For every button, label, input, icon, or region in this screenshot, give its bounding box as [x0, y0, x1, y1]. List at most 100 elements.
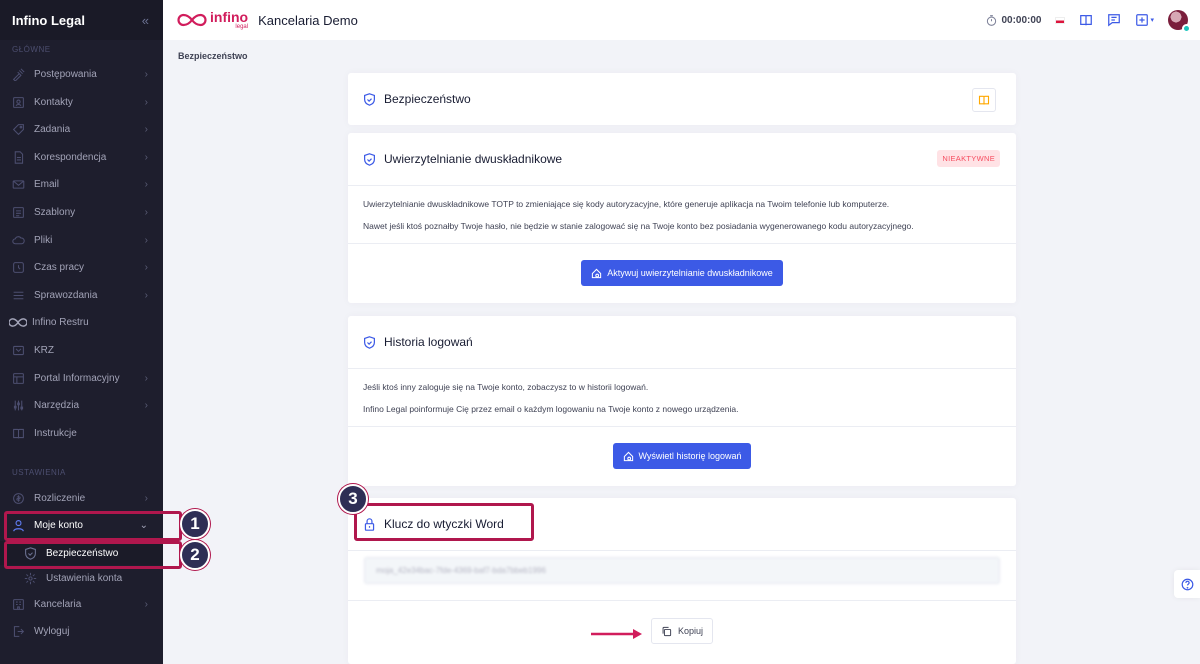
sidebar-item-postepowania[interactable]: Postępowania › [0, 61, 163, 88]
sidebar-item-label: Sprawozdania [34, 290, 98, 301]
tag-icon [10, 123, 26, 137]
show-login-history-button[interactable]: Wyświetl historię logowań [612, 443, 752, 470]
sidebar-item-narzedzia[interactable]: Narzędzia › [0, 392, 163, 419]
sidebar-item-label: Ustawienia konta [46, 572, 123, 584]
book-icon [10, 427, 26, 441]
history-description-2: Infino Legal poinformuje Cię przez email… [363, 404, 739, 415]
history-description-1: Jeśli ktoś inny zaloguje się na Twoje ko… [363, 382, 649, 392]
word-key-field[interactable]: moja_42e34bac-7fde-4369-baf7-bda7bbeb199… [364, 557, 1000, 584]
annotation-badge-2: 2 [180, 540, 210, 570]
button-label: Kopiuj [677, 626, 704, 636]
annotation-arrow-icon [591, 629, 642, 639]
template-icon [10, 206, 26, 220]
card-header: Bezpieczeństwo [348, 73, 1016, 125]
sidebar-item-label: Pliki [34, 235, 53, 246]
polish-flag-icon[interactable] [1055, 16, 1066, 24]
sidebar-item-rozliczenie[interactable]: Rozliczenie › [0, 485, 163, 512]
card-body: Jeśli ktoś inny zaloguje się na Twoje ko… [348, 369, 1016, 415]
chat-icon[interactable] [1107, 13, 1121, 27]
sidebar-item-zadania[interactable]: Zadania › [0, 116, 163, 143]
card-footer: Wyświetl historię logowań [348, 427, 1016, 485]
login-history-card: Historia logowań Jeśli ktoś inny zaloguj… [348, 316, 1016, 486]
sidebar-item-wyloguj[interactable]: Wyloguj [0, 618, 163, 645]
contacts-icon [10, 96, 26, 110]
book-icon[interactable] [1079, 13, 1093, 27]
sidebar-item-label: Postępowania [34, 69, 97, 80]
button-label: Aktywuj uwierzytelnianie dwuskładnikowe [607, 268, 773, 279]
book-icon [978, 95, 990, 105]
infino-logo[interactable]: infino legal [177, 10, 248, 30]
sidebar-item-portal[interactable]: Portal Informacyjny › [0, 365, 163, 392]
two-factor-card: Uwierzytelnianie dwuskładnikowe NIEAKTYW… [348, 133, 1016, 303]
sidebar-item-szablony[interactable]: Szablony › [0, 199, 163, 226]
sidebar-item-label: Infino Restru [32, 317, 89, 328]
user-avatar[interactable] [1168, 10, 1191, 33]
word-key-value: moja_42e34bac-7fde-4369-baf7-bda7bbeb199… [376, 566, 546, 575]
sidebar-item-label: Kancelaria [34, 599, 82, 610]
online-status-icon [1182, 24, 1191, 33]
topbar-actions: 00:00:00 ▾ [986, 0, 1191, 40]
brand-name: Infino Legal [12, 12, 85, 28]
twofa-description-1: Uwierzytelnianie dwuskładnikowe TOTP to … [363, 199, 890, 209]
annotation-box-3 [354, 503, 534, 541]
activate-2fa-button[interactable]: Aktywuj uwierzytelnianie dwuskładnikowe [581, 260, 783, 287]
home-lock-icon [592, 268, 602, 278]
sidebar-item-sprawozdania[interactable]: Sprawozdania › [0, 282, 163, 309]
sidebar-item-czas-pracy[interactable]: Czas pracy › [0, 254, 163, 281]
copy-button[interactable]: Kopiuj [650, 618, 714, 644]
sidebar-item-kancelaria[interactable]: Kancelaria › [0, 591, 163, 618]
sidebar-item-label: Czas pracy [34, 262, 85, 273]
button-label: Wyświetl historię logowań [638, 451, 742, 462]
sidebar-item-infino-restru[interactable]: Infino Restru [0, 309, 163, 336]
collapse-sidebar-icon[interactable]: « [142, 13, 149, 28]
work-timer[interactable]: 00:00:00 [986, 15, 1041, 26]
sidebar-item-ustawienia-konta[interactable]: Ustawienia konta [0, 566, 163, 590]
shield-icon [364, 92, 375, 106]
logo-word: infino [210, 9, 249, 25]
sidebar-item-krz[interactable]: KRZ [0, 337, 163, 364]
add-menu-icon[interactable]: ▾ [1135, 13, 1154, 27]
security-card: Bezpieczeństwo [348, 73, 1016, 125]
sidebar-item-label: Narzędzia [34, 400, 80, 411]
company-name: Kancelaria Demo [258, 12, 358, 28]
gear-icon [22, 571, 38, 585]
sidebar-item-label: Wyloguj [34, 626, 70, 637]
sidebar-item-email[interactable]: Email › [0, 171, 163, 198]
sidebar-item-instrukcje[interactable]: Instrukcje [0, 420, 163, 447]
annotation-box-1 [4, 511, 182, 541]
help-button[interactable] [1174, 570, 1200, 598]
annotation-box-2 [4, 541, 182, 569]
topbar: infino legal Kancelaria Demo 00:00:00 ▾ [163, 0, 1200, 40]
sidebar-item-label: Szablony [34, 207, 76, 218]
sidebar-item-korespondencja[interactable]: Korespondencja › [0, 144, 163, 171]
annotation-badge-1: 1 [180, 509, 210, 539]
sidebar-item-kontakty[interactable]: Kontakty › [0, 89, 163, 116]
sidebar-item-label: Korespondencja [34, 152, 107, 163]
card-footer: Kopiuj [348, 601, 1016, 661]
sidebar-item-label: Rozliczenie [34, 493, 86, 504]
infinity-icon [8, 316, 28, 330]
stopwatch-icon [987, 14, 997, 26]
sidebar-item-label: Zadania [34, 124, 71, 135]
card-header: Uwierzytelnianie dwuskładnikowe NIEAKTYW… [348, 133, 1016, 185]
twofa-description-2: Nawet jeśli ktoś poznałby Twoje hasło, n… [363, 221, 914, 232]
document-icon [10, 151, 26, 165]
sidebar-item-label: Portal Informacyjny [34, 373, 120, 384]
timer-value: 00:00:00 [1001, 14, 1042, 26]
shield-icon [364, 152, 375, 166]
card-body: Uwierzytelnianie dwuskładnikowe TOTP to … [348, 186, 1016, 232]
section-title-settings: USTAWIENIA [12, 468, 66, 477]
sidebar-item-label: Instrukcje [34, 428, 77, 439]
scales-icon [10, 68, 26, 82]
shield-icon [364, 335, 375, 349]
card-header: Historia logowań [348, 316, 1016, 368]
status-badge: NIEAKTYWNE [937, 150, 1000, 167]
cloud-icon [10, 234, 26, 248]
mail-icon [10, 178, 26, 192]
help-book-button[interactable] [972, 88, 996, 112]
sidebar-item-pliki[interactable]: Pliki › [0, 227, 163, 254]
card-footer: Aktywuj uwierzytelnianie dwuskładnikowe [348, 244, 1016, 302]
portal-icon [10, 372, 26, 386]
question-icon [1181, 578, 1193, 590]
home-lock-icon [623, 451, 633, 461]
